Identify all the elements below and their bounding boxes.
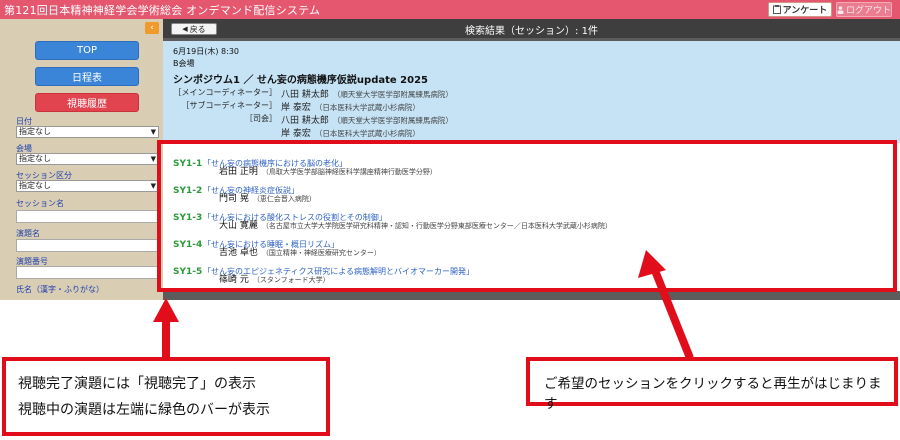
date-select-value: 指定なし xyxy=(19,127,51,136)
sidebar: ‹ TOP 日程表 視聴履歴 日付 指定なし ▼ 会場 指定なし ▼ セッション区分… xyxy=(0,19,163,300)
callout-left-line1: 視聴完了演題には「視聴完了」の表示 xyxy=(18,376,256,392)
role-label: ［サブコーディネーター］ xyxy=(181,101,277,110)
session-type-select-value: 指定なし xyxy=(19,181,51,190)
result-title: 検索結果（セッション）: 1件 xyxy=(465,26,598,37)
callout-left: 視聴完了演題には「視聴完了」の表示 視聴中の演題は左端に緑色のバーが表示 xyxy=(2,357,330,436)
session-name-label: セッション名 xyxy=(16,199,64,208)
callout-right: ご希望のセッションをクリックすると再生がはじまります xyxy=(526,357,898,412)
arrow-up-left xyxy=(153,298,179,357)
top-button[interactable]: TOP xyxy=(35,41,139,60)
session-datetime: 6月19日(木) 8:30 xyxy=(173,47,240,56)
chevron-left-icon[interactable]: ‹ xyxy=(145,22,159,34)
enquete-label: アンケート xyxy=(782,6,828,16)
person-name-text: 八田 耕太郎 xyxy=(281,116,329,126)
affiliation: （順天堂大学医学部附属練馬病院） xyxy=(332,116,453,125)
header-bar: 第121回日本精神神経学会学術総会 オンデマンド配信システム アンケート ログア… xyxy=(0,0,900,19)
history-button[interactable]: 視聴履歴 xyxy=(35,93,139,112)
app-window: 第121回日本精神神経学会学術総会 オンデマンド配信システム アンケート ログア… xyxy=(0,0,900,440)
logout-button[interactable]: ログアウト xyxy=(836,2,892,17)
chevron-down-icon: ▼ xyxy=(150,155,156,163)
person-name-text: 岸 泰宏 xyxy=(281,129,311,139)
affiliation: （日本医科大学武蔵小杉病院） xyxy=(314,129,420,138)
session-type-select[interactable]: 指定なし ▼ xyxy=(16,180,159,192)
role-label: ［メインコーディネーター］ xyxy=(173,88,277,97)
clipboard-icon xyxy=(772,5,781,14)
affiliation: （順天堂大学医学部附属練馬病院） xyxy=(332,90,453,99)
user-icon xyxy=(837,5,844,14)
highlight-frame xyxy=(157,140,897,292)
caret-left-icon: ◀ xyxy=(182,25,188,33)
talk-title-input[interactable] xyxy=(16,239,159,252)
back-label: 戻る xyxy=(189,24,206,34)
person-name: 岸 泰宏 （日本医科大学武蔵小杉病院） xyxy=(281,100,420,113)
chevron-down-icon: ▼ xyxy=(150,128,156,136)
venue-select-value: 指定なし xyxy=(19,154,51,163)
app-title: 第121回日本精神神経学会学術総会 オンデマンド配信システム xyxy=(4,4,321,17)
chevron-down-icon: ▼ xyxy=(150,182,156,190)
talk-number-input[interactable] xyxy=(16,266,159,279)
session-title: シンポジウム1 ／ せん妄の病態機序仮説update 2025 xyxy=(173,75,428,86)
callout-left-line2: 視聴中の演題は左端に緑色のバーが表示 xyxy=(18,402,270,418)
back-button[interactable]: ◀ 戻る xyxy=(171,23,217,35)
venue-select[interactable]: 指定なし ▼ xyxy=(16,153,159,165)
affiliation: （日本医科大学武蔵小杉病院） xyxy=(314,103,420,112)
results-header: 検索結果（セッション）: 1件 ◀ 戻る xyxy=(163,19,900,38)
person-name-label: 氏名（漢字・ふりがな） xyxy=(16,285,104,294)
person-name: 八田 耕太郎 （順天堂大学医学部附属練馬病院） xyxy=(281,87,453,100)
person-name-text: 八田 耕太郎 xyxy=(281,90,329,100)
enquete-button[interactable]: アンケート xyxy=(768,2,832,17)
logout-label: ログアウト xyxy=(846,6,892,16)
person-name: 岸 泰宏 （日本医科大学武蔵小杉病院） xyxy=(281,126,420,139)
talk-title-label: 演題名 xyxy=(16,229,40,238)
person-name-text: 岸 泰宏 xyxy=(281,103,311,113)
role-label: ［司会］ xyxy=(245,114,277,123)
callout-right-text: ご希望のセッションをクリックすると再生がはじまります xyxy=(544,376,882,412)
session-venue: B会場 xyxy=(173,59,195,68)
session-name-input[interactable] xyxy=(16,210,159,223)
schedule-button[interactable]: 日程表 xyxy=(35,67,139,86)
person-name: 八田 耕太郎 （順天堂大学医学部附属練馬病院） xyxy=(281,113,453,126)
date-select[interactable]: 指定なし ▼ xyxy=(16,126,159,138)
